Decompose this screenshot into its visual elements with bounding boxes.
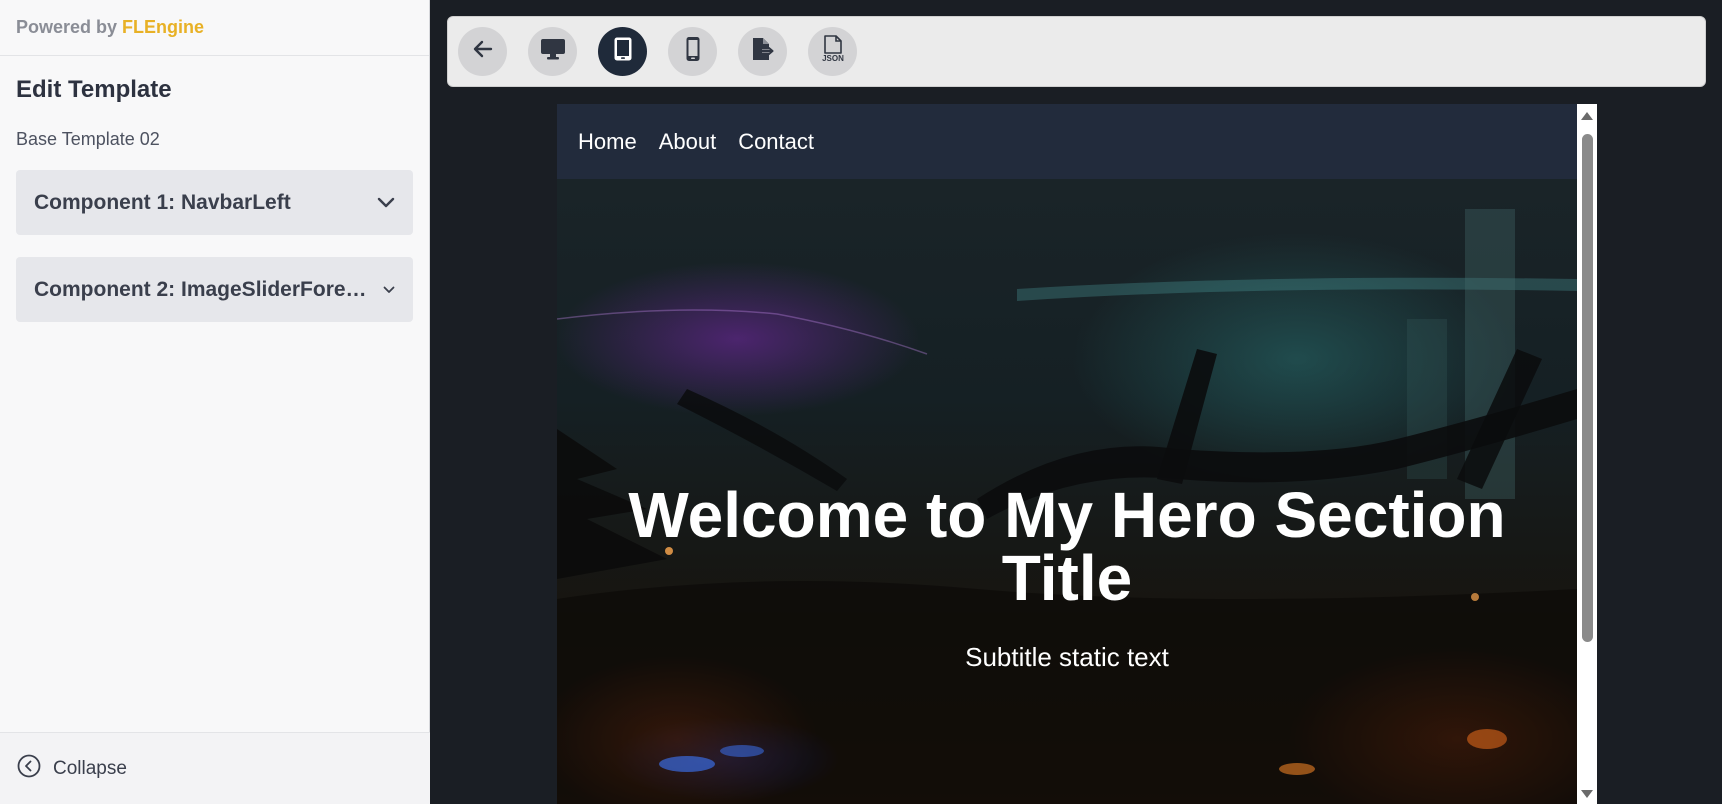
scroll-up-arrow[interactable] — [1581, 112, 1593, 120]
powered-by: Powered by FLEngine — [0, 0, 429, 56]
nav-link-about[interactable]: About — [659, 129, 717, 155]
brand-name[interactable]: FLEngine — [122, 17, 204, 37]
powered-by-prefix: Powered by — [16, 17, 118, 37]
export-button[interactable] — [738, 27, 787, 76]
collapse-label: Collapse — [53, 757, 127, 779]
file-export-icon — [750, 36, 776, 67]
mobile-icon — [685, 36, 701, 67]
preview-scrollbar[interactable] — [1577, 104, 1597, 804]
device-toolbar: JSON — [447, 16, 1706, 87]
json-file-icon: JSON — [819, 34, 847, 69]
component-accordion-navbarleft[interactable]: Component 1: NavbarLeft — [16, 170, 413, 235]
sidebar: Powered by FLEngine Edit Template Base T… — [0, 0, 430, 804]
nav-link-home[interactable]: Home — [578, 129, 637, 155]
chevron-down-icon — [377, 197, 395, 209]
chevron-down-icon — [383, 286, 395, 294]
scroll-down-arrow[interactable] — [1581, 790, 1593, 798]
nav-link-contact[interactable]: Contact — [738, 129, 814, 155]
hero-section: Welcome to My Hero Section Title Subtitl… — [557, 179, 1577, 804]
component-accordion-imagesliderforeground[interactable]: Component 2: ImageSliderForeground — [16, 257, 413, 322]
scrollbar-thumb[interactable] — [1582, 134, 1593, 642]
page-title: Edit Template — [16, 76, 172, 103]
arrow-left-icon — [471, 37, 495, 66]
json-export-button[interactable]: JSON — [808, 27, 857, 76]
json-label: JSON — [822, 54, 844, 63]
hero-title: Welcome to My Hero Section Title — [628, 479, 1506, 614]
collapse-button[interactable]: Collapse — [0, 732, 430, 804]
circle-chevron-left-icon — [17, 754, 41, 783]
template-preview: Home About Contact Welcome to My Hero Se… — [557, 104, 1577, 804]
preview-navbar: Home About Contact — [557, 104, 1577, 179]
hero-subtitle: Subtitle static text — [965, 642, 1169, 672]
desktop-icon — [540, 37, 566, 66]
mobile-view-button[interactable] — [668, 27, 717, 76]
back-button[interactable] — [458, 27, 507, 76]
component-label: Component 1: NavbarLeft — [34, 190, 291, 214]
desktop-view-button[interactable] — [528, 27, 577, 76]
template-name: Base Template 02 — [16, 129, 160, 149]
component-label: Component 2: ImageSliderForeground — [34, 277, 375, 301]
tablet-view-button[interactable] — [598, 27, 647, 76]
tablet-icon — [613, 36, 633, 67]
